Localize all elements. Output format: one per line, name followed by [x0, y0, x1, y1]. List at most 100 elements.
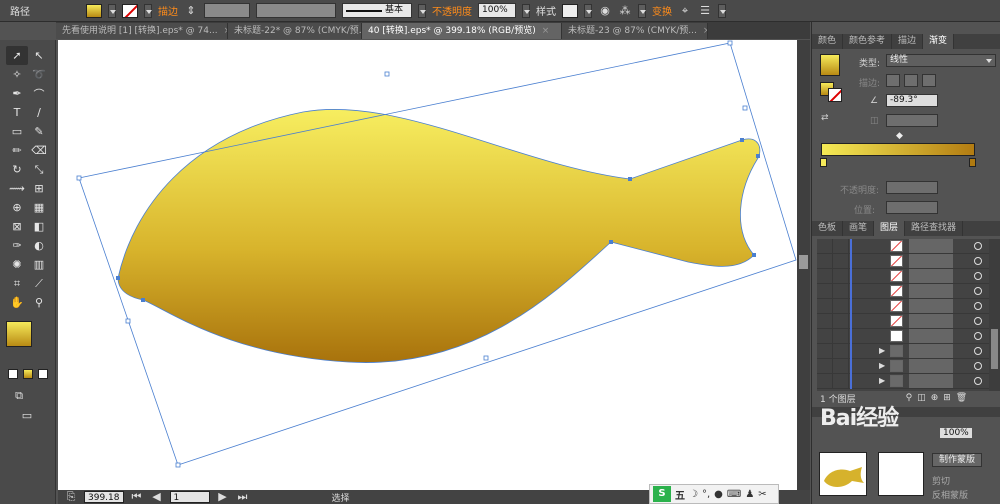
- mic-icon[interactable]: ●: [714, 489, 723, 500]
- gradient-mode-button[interactable]: [23, 369, 33, 379]
- visibility-toggle[interactable]: [817, 314, 833, 328]
- prev-artboard-icon[interactable]: ◀: [150, 490, 164, 504]
- gradient-icon[interactable]: ◧: [28, 217, 50, 236]
- tab-document-1[interactable]: 先看使用说明 [1] [转换].eps* @ 74...×: [56, 23, 228, 39]
- layer-name[interactable]: [909, 284, 953, 298]
- symbol-sprayer-icon[interactable]: ✺: [6, 255, 28, 274]
- eraser-icon[interactable]: ⌫: [28, 141, 50, 160]
- zoom-field[interactable]: 399.18: [84, 491, 124, 503]
- user-icon[interactable]: ♟: [745, 489, 754, 500]
- rectangle-icon[interactable]: ▭: [6, 122, 28, 141]
- layer-row[interactable]: ▶: [817, 344, 989, 359]
- arrange-icon[interactable]: ☰: [698, 4, 712, 18]
- gradient-type-dropdown[interactable]: 线性: [886, 54, 996, 67]
- gradient-preview-swatch[interactable]: [820, 54, 840, 76]
- target-circle-icon[interactable]: [974, 347, 982, 355]
- visibility-toggle[interactable]: [817, 374, 833, 388]
- gradient-stroke-swatch[interactable]: [828, 88, 842, 102]
- rotate-icon[interactable]: ↻: [6, 160, 28, 179]
- opacity-dropdown[interactable]: [522, 3, 530, 18]
- target-circle-icon[interactable]: [974, 242, 982, 250]
- layer-row[interactable]: [817, 299, 989, 314]
- visibility-toggle[interactable]: [817, 269, 833, 283]
- layer-row[interactable]: [817, 239, 989, 254]
- isolate-icon[interactable]: ⌖: [678, 4, 692, 18]
- pencil-icon[interactable]: ✏: [6, 141, 28, 160]
- lock-toggle[interactable]: [833, 239, 849, 253]
- expand-arrow-icon[interactable]: ▶: [879, 376, 885, 385]
- screen-mode-icon[interactable]: ▭: [16, 406, 38, 425]
- visibility-toggle[interactable]: [817, 344, 833, 358]
- visibility-toggle[interactable]: [817, 329, 833, 343]
- reverse-gradient-icon[interactable]: ⇄: [821, 113, 829, 123]
- artboard-canvas[interactable]: [58, 40, 797, 490]
- target-circle-icon[interactable]: [974, 317, 982, 325]
- layer-name[interactable]: [909, 254, 953, 268]
- recolor-icon[interactable]: ◉: [598, 4, 612, 18]
- target-circle-icon[interactable]: [974, 377, 982, 385]
- punctuation-icon[interactable]: °,: [702, 489, 710, 500]
- selection-arrow-icon[interactable]: ➚: [6, 46, 28, 65]
- moon-icon[interactable]: ☽: [689, 489, 698, 500]
- layer-name[interactable]: [909, 329, 953, 343]
- lock-toggle[interactable]: [833, 254, 849, 268]
- layer-row[interactable]: [817, 329, 989, 344]
- fill-color-box[interactable]: [6, 321, 32, 347]
- lock-toggle[interactable]: [833, 359, 849, 373]
- layer-name[interactable]: [909, 374, 953, 388]
- invert-mask-label[interactable]: 反相蒙版: [932, 488, 968, 501]
- visibility-toggle[interactable]: [817, 299, 833, 313]
- hand-icon[interactable]: ✋: [6, 293, 28, 312]
- lock-toggle[interactable]: [833, 284, 849, 298]
- expand-arrow-icon[interactable]: ▶: [879, 361, 885, 370]
- tab-stroke[interactable]: 描边: [892, 34, 924, 49]
- lock-toggle[interactable]: [833, 269, 849, 283]
- variable-width-field[interactable]: [256, 3, 336, 18]
- gradient-slider[interactable]: [821, 143, 975, 156]
- aspect-field[interactable]: [886, 114, 938, 127]
- stroke-style-dropdown[interactable]: [418, 3, 426, 18]
- first-artboard-icon[interactable]: ⏮: [130, 490, 144, 504]
- mesh-icon[interactable]: ⊠: [6, 217, 28, 236]
- layer-name[interactable]: [909, 269, 953, 283]
- color-mode-button[interactable]: [8, 369, 18, 379]
- layer-row[interactable]: ▶: [817, 359, 989, 374]
- visibility-toggle[interactable]: [817, 254, 833, 268]
- tab-gradient[interactable]: 渐变: [923, 34, 955, 49]
- close-icon[interactable]: ×: [542, 23, 550, 39]
- column-graph-icon[interactable]: ▥: [28, 255, 50, 274]
- align-options-icon[interactable]: ⁂: [618, 4, 632, 18]
- target-circle-icon[interactable]: [974, 287, 982, 295]
- draw-mode-icon[interactable]: ⧉: [8, 386, 30, 405]
- stroke-type-1[interactable]: [886, 74, 900, 87]
- last-artboard-icon[interactable]: ⏭: [236, 490, 250, 504]
- tab-color-guide[interactable]: 颜色参考: [843, 34, 893, 49]
- type-icon[interactable]: T: [6, 103, 28, 122]
- lock-toggle[interactable]: [833, 344, 849, 358]
- opacity-label[interactable]: 不透明度: [432, 3, 472, 18]
- opacity-field[interactable]: [886, 181, 938, 194]
- layer-name[interactable]: [909, 314, 953, 328]
- visibility-toggle[interactable]: [817, 284, 833, 298]
- ime-mode[interactable]: 五: [675, 487, 685, 502]
- free-transform-icon[interactable]: ⊞: [28, 179, 50, 198]
- direct-selection-icon[interactable]: ↖: [28, 46, 50, 65]
- tab-pathfinder[interactable]: 路径查找器: [905, 221, 964, 236]
- zoom-icon[interactable]: ⚲: [28, 293, 50, 312]
- lasso-icon[interactable]: ➰: [28, 65, 50, 84]
- opacity-field[interactable]: 100%: [478, 3, 516, 18]
- target-circle-icon[interactable]: [974, 302, 982, 310]
- artboard-nav-icon[interactable]: ⎘: [64, 490, 78, 504]
- stroke-weight-field[interactable]: [204, 3, 250, 18]
- stroke-style-field[interactable]: 基本: [342, 3, 412, 18]
- gradient-stop-end[interactable]: [969, 158, 976, 167]
- location-field[interactable]: [886, 201, 938, 214]
- expand-arrow-icon[interactable]: ▶: [879, 346, 885, 355]
- fish-shape[interactable]: [118, 109, 760, 363]
- style-dropdown[interactable]: [584, 3, 592, 18]
- make-mask-button[interactable]: 制作蒙版: [932, 453, 982, 467]
- lock-toggle[interactable]: [833, 299, 849, 313]
- layer-row[interactable]: ▶: [817, 374, 989, 389]
- tab-color[interactable]: 颜色: [812, 34, 844, 49]
- pen-icon[interactable]: ✒: [6, 84, 28, 103]
